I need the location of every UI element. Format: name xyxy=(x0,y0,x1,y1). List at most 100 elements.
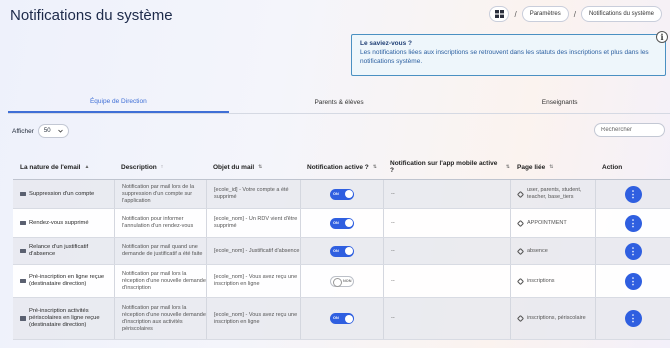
cell-description: Notification par mail lors de la suppres… xyxy=(114,180,206,208)
actions-menu-button[interactable]: ⋮ xyxy=(624,185,642,203)
cell-page: inscriptions, périscolaire xyxy=(510,298,595,339)
cell-action: ⋮ xyxy=(595,298,670,339)
cell-nature: Suppression d'un compte xyxy=(13,180,114,208)
col-header-active-label: Notification active ? xyxy=(307,163,369,171)
actions-menu-button[interactable]: ⋮ xyxy=(624,242,642,260)
cell-subject: [ecole_nom] - Un RDV vient d'être suppri… xyxy=(206,209,300,237)
page-size-select[interactable]: 50 xyxy=(37,124,69,138)
table-row: Pré-inscription activités périscolaires … xyxy=(13,298,670,340)
description-text: Notification par mail lors de la suppres… xyxy=(122,183,195,204)
nature-text: Rendez-vous supprimé xyxy=(29,219,89,226)
envelope-icon xyxy=(20,278,26,284)
nature-text: Relance d'un justificatif d'absence xyxy=(29,244,89,257)
active-toggle[interactable]: ON xyxy=(330,245,354,257)
mobile-text: -- xyxy=(391,247,395,254)
table-row: Pré-inscription en ligne reçue (destinat… xyxy=(13,265,670,298)
subject-text: [ecole_nom] - Justificatif d'absence xyxy=(214,247,300,254)
sort-icon: ↑ xyxy=(160,164,164,170)
cell-action: ⋮ xyxy=(595,180,670,208)
cell-page: user, parents, student, teacher, base_ti… xyxy=(510,180,595,208)
info-callout-title: Le saviez-vous ? xyxy=(360,40,413,47)
page-text: user, parents, student, teacher, base_ti… xyxy=(527,187,582,200)
cell-action: ⋮ xyxy=(595,238,670,264)
col-header-mobile-label: Notification sur l'app mobile active ? xyxy=(390,160,498,174)
cell-nature: Rendez-vous supprimé xyxy=(13,209,114,237)
cell-action: ⋮ xyxy=(595,209,670,237)
col-header-nature-label: La nature de l'email xyxy=(20,163,81,171)
breadcrumb-home[interactable] xyxy=(489,6,510,22)
description-text: Notification par mail lors la réception … xyxy=(122,270,206,291)
cell-active: NON xyxy=(300,265,383,297)
breadcrumb-item-current[interactable]: Notifications du système xyxy=(580,6,662,22)
col-header-description[interactable]: Description ↑ xyxy=(114,164,206,171)
breadcrumb-separator: / xyxy=(514,9,517,19)
mobile-text: -- xyxy=(391,219,395,226)
page-size-value: 50 xyxy=(43,128,51,134)
actions-menu-button[interactable]: ⋮ xyxy=(624,272,642,290)
table-body: Suppression d'un compte Notification par … xyxy=(13,180,670,340)
cell-subject: [ecole_nom] - Justificatif d'absence xyxy=(206,238,300,264)
search-input[interactable] xyxy=(594,123,665,137)
cell-mobile: -- xyxy=(383,180,510,208)
nature-text: Pré-inscription en ligne reçue (destinat… xyxy=(29,274,105,287)
cell-subject: [ecole_nom] - Vous avez reçu une inscrip… xyxy=(206,265,300,297)
col-header-page[interactable]: Page liée ⇅ xyxy=(510,164,595,171)
subject-text: [ecole_nom] - Vous avez reçu une inscrip… xyxy=(214,274,298,287)
actions-menu-button[interactable]: ⋮ xyxy=(624,214,642,232)
active-toggle[interactable]: ON xyxy=(330,217,354,229)
breadcrumb-item-parametres[interactable]: Paramètres xyxy=(521,6,569,22)
page-size-control: Afficher 50 xyxy=(12,124,69,138)
subject-text: [ecole_nom] - Un RDV vient d'être suppri… xyxy=(214,216,298,229)
tab-equipe-direction[interactable]: Équipe de Direction xyxy=(8,92,229,113)
cell-page: inscriptions xyxy=(510,265,595,297)
grid-icon xyxy=(494,10,504,18)
nature-text: Suppression d'un compte xyxy=(29,190,95,197)
col-header-subject[interactable]: Objet du mail ⇅ xyxy=(206,164,300,171)
col-header-nature[interactable]: La nature de l'email ▲ xyxy=(13,164,114,171)
cell-action: ⋮ xyxy=(595,265,670,297)
cell-active: ON xyxy=(300,209,383,237)
envelope-icon xyxy=(20,248,26,254)
info-callout: Le saviez-vous ? Les notifications liées… xyxy=(351,31,668,76)
sort-icon: ⇅ xyxy=(372,164,377,170)
cell-page: absence xyxy=(510,238,595,264)
tab-parents-eleves[interactable]: Parents & élèves xyxy=(229,92,450,113)
show-label: Afficher xyxy=(12,127,34,135)
envelope-icon xyxy=(20,316,26,321)
tab-enseignants[interactable]: Enseignants xyxy=(449,92,670,113)
col-header-active[interactable]: Notification active ? ⇅ xyxy=(300,164,383,171)
cell-subject: [ecole_id] - Votre compte a été supprimé xyxy=(206,180,300,208)
page-text: inscriptions, périscolaire xyxy=(527,315,586,321)
cell-subject: [ecole_nom] - Vous avez reçu une inscrip… xyxy=(206,298,300,339)
table-row: Relance d'un justificatif d'absence Notif… xyxy=(13,238,670,265)
table-row: Suppression d'un compte Notification par … xyxy=(13,180,670,209)
active-toggle[interactable]: NON xyxy=(330,275,354,287)
active-toggle[interactable]: ON xyxy=(330,188,354,200)
cell-mobile: -- xyxy=(383,238,510,264)
link-icon xyxy=(516,277,525,285)
col-header-action-label: Action xyxy=(602,163,623,171)
breadcrumb-separator: / xyxy=(573,9,576,19)
description-text: Notification pour informer l'annulation … xyxy=(122,216,194,229)
cell-nature: Pré-inscription activités périscolaires … xyxy=(13,298,114,339)
sort-up-icon: ▲ xyxy=(84,164,90,170)
col-header-action: Action xyxy=(595,164,670,171)
description-text: Notification par mail lors la réception … xyxy=(122,304,206,332)
col-header-mobile[interactable]: Notification sur l'app mobile active ? ⇅ xyxy=(383,160,510,174)
page-title: Notifications du système xyxy=(10,7,173,24)
cell-description: Notification pour informer l'annulation … xyxy=(114,209,206,237)
sort-icon: ⇅ xyxy=(258,164,263,170)
tab-bar: Équipe de Direction Parents & élèves Ens… xyxy=(8,92,670,114)
notifications-table: La nature de l'email ▲ Description ↑ Objet… xyxy=(13,155,670,340)
actions-menu-button[interactable]: ⋮ xyxy=(624,310,642,327)
envelope-icon xyxy=(20,191,26,197)
col-header-page-label: Page liée xyxy=(517,163,546,171)
active-toggle[interactable]: ON xyxy=(330,313,354,324)
link-icon xyxy=(516,314,525,323)
col-header-description-label: Description xyxy=(121,163,157,171)
cell-active: ON xyxy=(300,298,383,339)
info-icon: i xyxy=(656,31,668,43)
cell-nature: Relance d'un justificatif d'absence xyxy=(13,238,114,264)
cell-active: ON xyxy=(300,238,383,264)
page-text: absence xyxy=(527,247,548,254)
